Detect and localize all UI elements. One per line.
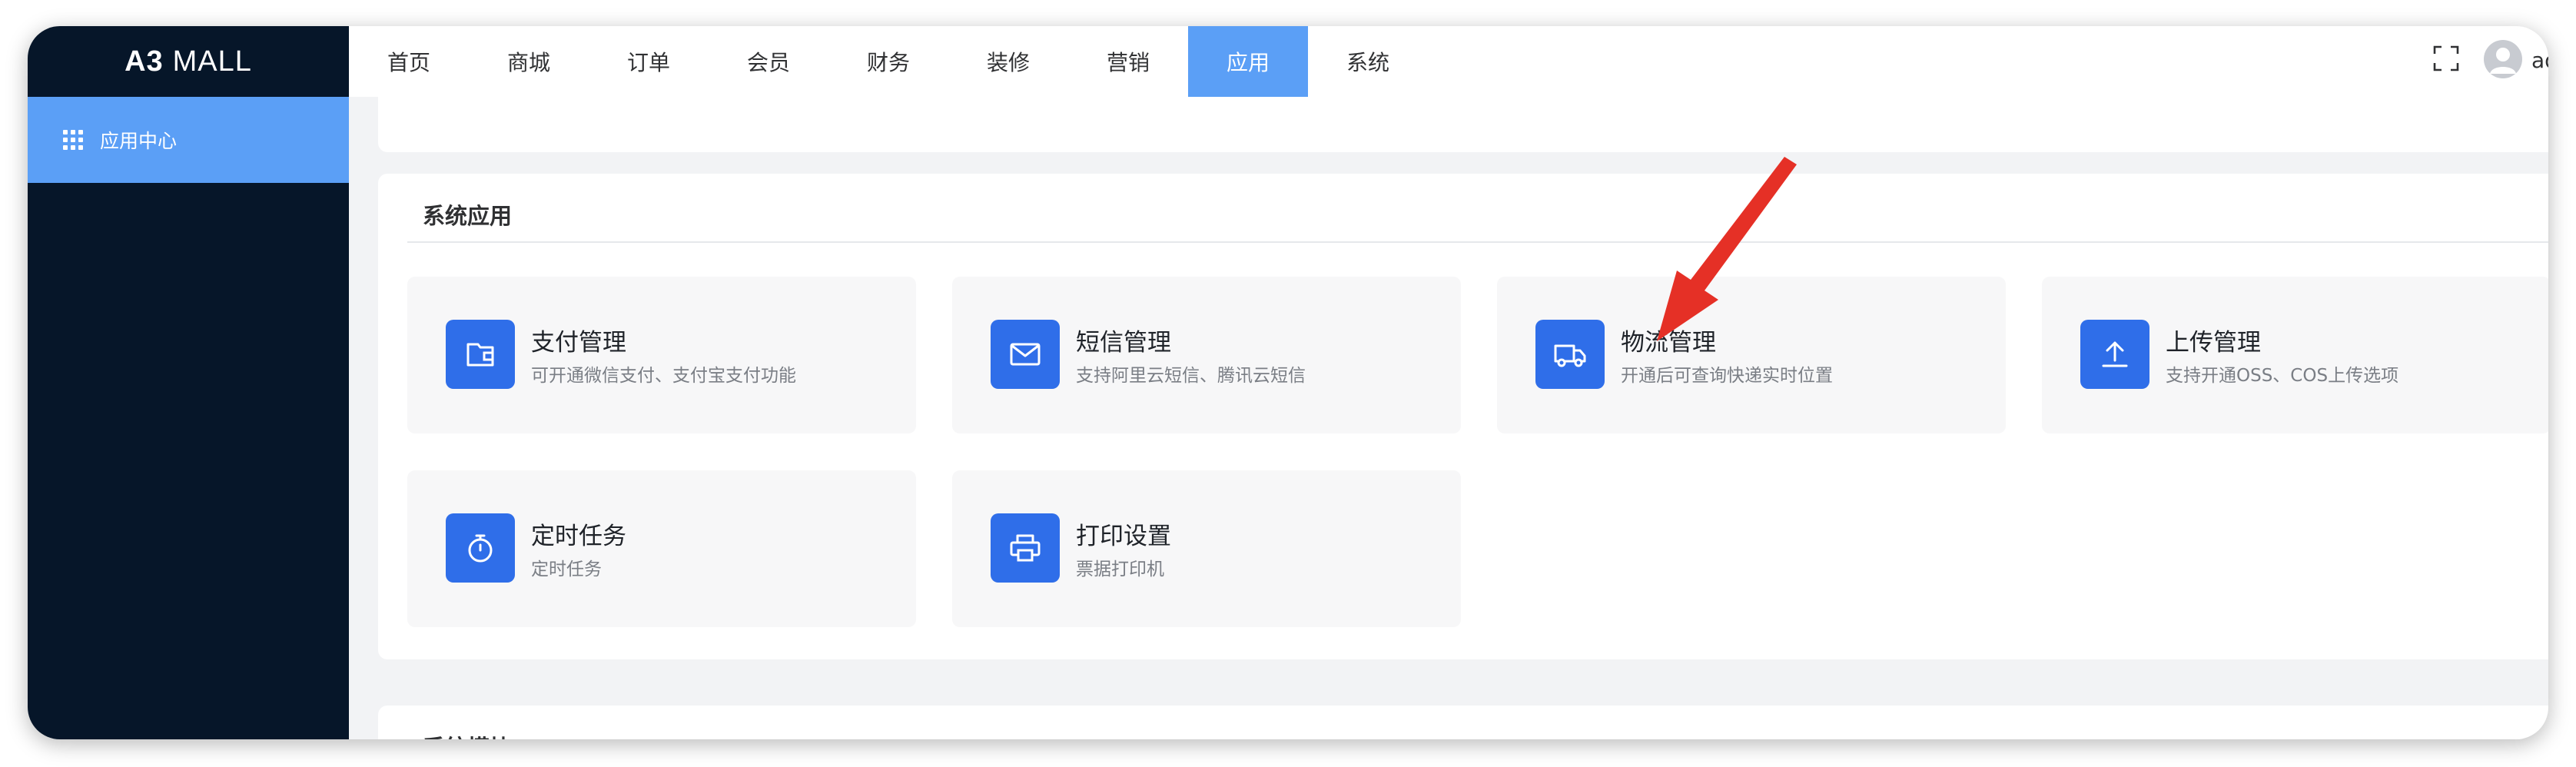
wallet-icon — [446, 320, 515, 389]
avatar[interactable] — [2484, 40, 2522, 78]
logo-light-text: MALL — [172, 45, 252, 78]
nav-members[interactable]: 会员 — [709, 26, 828, 97]
timer-icon — [446, 513, 515, 583]
card-description: 定时任务 — [531, 559, 602, 579]
sidebar: A3 MALL 应用中心 — [28, 26, 349, 739]
card-title: 打印设置 — [1076, 523, 1171, 550]
app-card-payment[interactable]: 支付管理 可开通微信支付、支付宝支付功能 — [407, 277, 916, 433]
card-description: 票据打印机 — [1076, 559, 1164, 579]
card-title: 上传管理 — [2166, 329, 2261, 357]
top-navbar: 首页 商城 订单 会员 财务 装修 营销 应用 系统 adm — [349, 26, 2548, 97]
divider — [407, 241, 2548, 243]
nav-orders[interactable]: 订单 — [589, 26, 709, 97]
section-title: 系统应用 — [423, 203, 513, 229]
grid-icon — [63, 130, 83, 150]
app-card-scheduled-task[interactable]: 定时任务 定时任务 — [407, 470, 916, 627]
nav-marketing[interactable]: 营销 — [1068, 26, 1188, 97]
nav-home[interactable]: 首页 — [349, 26, 469, 97]
app-card-print-settings[interactable]: 打印设置 票据打印机 — [952, 470, 1461, 627]
card-description: 开通后可查询快递实时位置 — [1621, 366, 1833, 386]
nav-apps[interactable]: 应用 — [1188, 26, 1308, 97]
card-description: 支持开通OSS、COS上传选项 — [2166, 366, 2399, 386]
section-title: 系统模块 — [423, 730, 512, 739]
app-card-logistics[interactable]: 物流管理 开通后可查询快递实时位置 — [1497, 277, 2006, 433]
nav-finance[interactable]: 财务 — [828, 26, 948, 97]
truck-icon — [1535, 320, 1605, 389]
main-nav: 首页 商城 订单 会员 财务 装修 营销 应用 系统 — [349, 26, 1428, 97]
nav-system[interactable]: 系统 — [1308, 26, 1428, 97]
app-window: A3 MALL 应用中心 首页 商城 订单 会员 财务 装修 营销 应用 系统 — [28, 26, 2548, 739]
user-icon — [2490, 48, 2516, 74]
upload-icon — [2080, 320, 2149, 389]
system-modules-panel: 系统模块 — [378, 706, 2548, 739]
previous-section-panel — [378, 97, 2548, 152]
printer-icon — [991, 513, 1060, 583]
card-title: 短信管理 — [1076, 329, 1171, 357]
app-card-upload[interactable]: 上传管理 支持开通OSS、COS上传选项 — [2042, 277, 2548, 433]
logo[interactable]: A3 MALL — [28, 26, 349, 97]
nav-mall[interactable]: 商城 — [469, 26, 589, 97]
card-title: 支付管理 — [531, 329, 626, 357]
sidebar-item-app-center[interactable]: 应用中心 — [28, 97, 349, 183]
card-description: 支持阿里云短信、腾讯云短信 — [1076, 366, 1306, 386]
card-title: 物流管理 — [1621, 329, 1716, 357]
card-description: 可开通微信支付、支付宝支付功能 — [531, 366, 796, 386]
username[interactable]: adm — [2531, 48, 2548, 73]
card-title: 定时任务 — [531, 523, 626, 550]
fullscreen-icon[interactable] — [2433, 45, 2459, 71]
mail-icon — [991, 320, 1060, 389]
nav-decoration[interactable]: 装修 — [948, 26, 1068, 97]
sidebar-item-label: 应用中心 — [100, 130, 178, 152]
system-apps-panel: 系统应用 支付管理 可开通微信支付、支付宝支付功能 短信管理 支持阿里云短信、腾… — [378, 174, 2548, 659]
app-card-sms[interactable]: 短信管理 支持阿里云短信、腾讯云短信 — [952, 277, 1461, 433]
logo-bold-text: A3 — [124, 45, 164, 78]
